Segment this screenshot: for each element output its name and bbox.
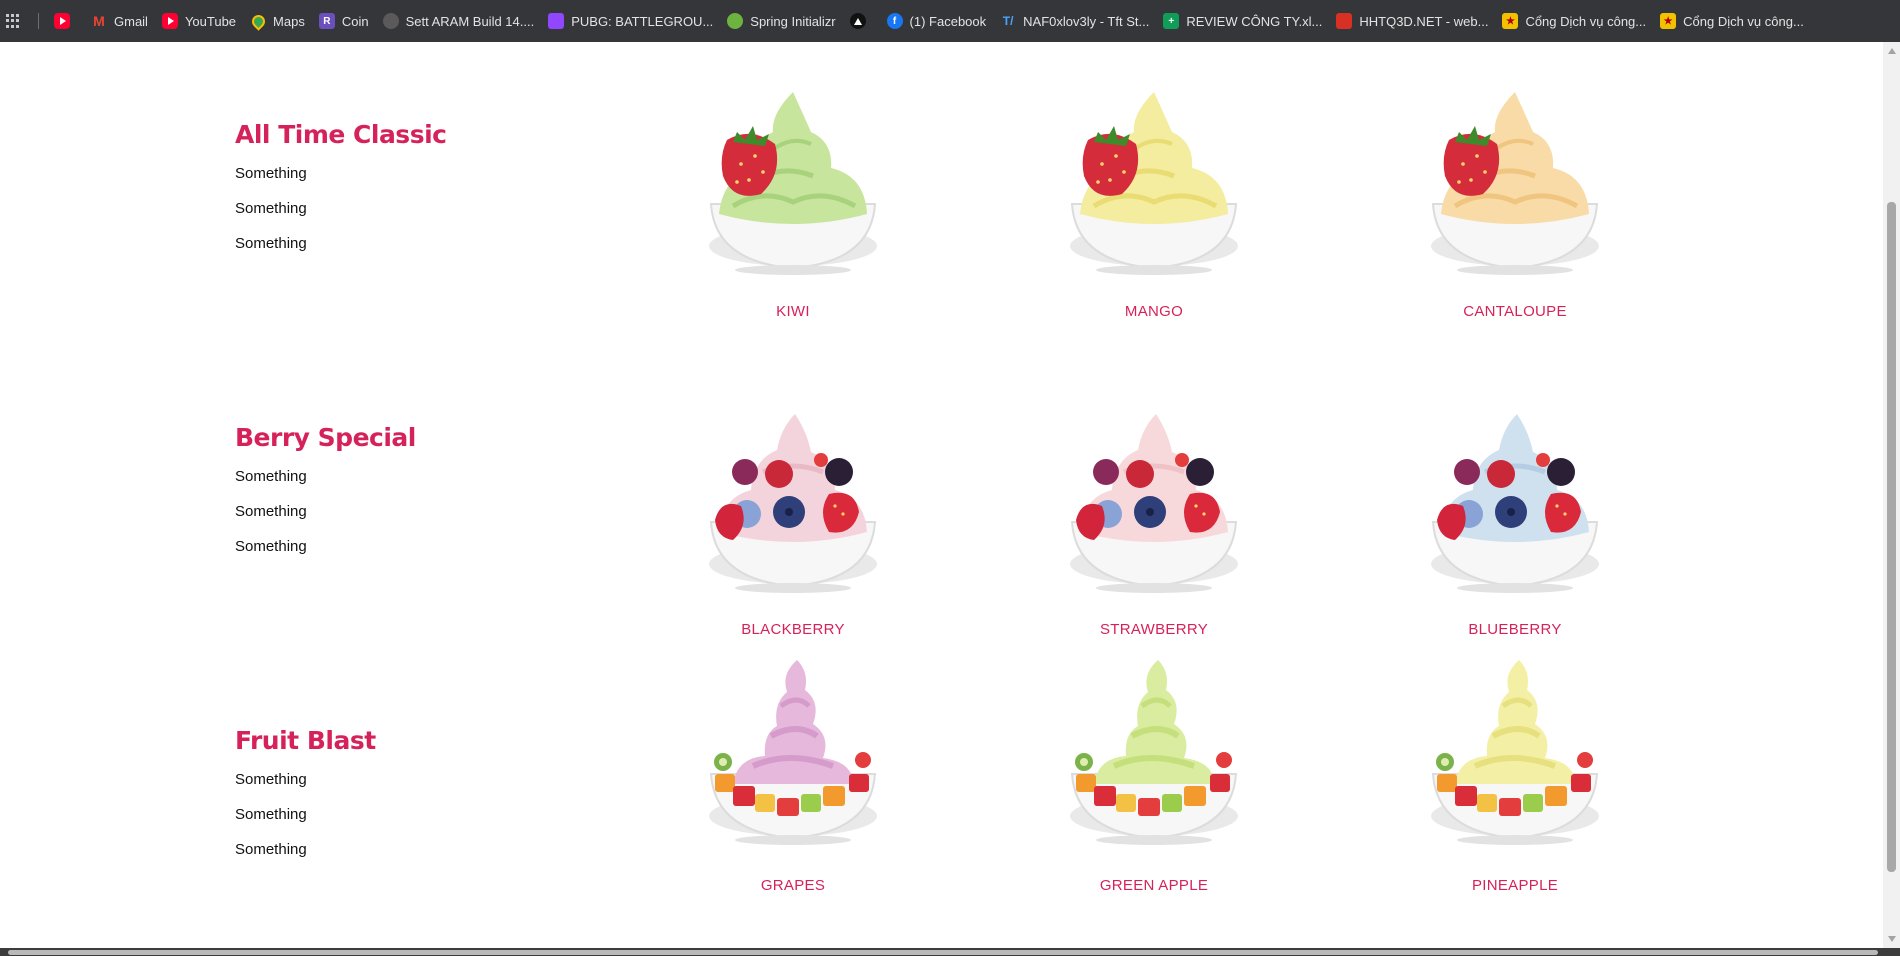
bookmark-label: Maps	[273, 13, 305, 29]
scroll-down-arrow-icon[interactable]	[1888, 936, 1896, 942]
bookmarks-separator	[38, 13, 39, 29]
category-item: Something	[235, 806, 307, 823]
product-name[interactable]: GREEN APPLE	[1054, 876, 1254, 896]
frozen-yogurt-image[interactable]	[1054, 402, 1254, 602]
product-card[interactable]: CANTALOUPE	[1415, 84, 1615, 322]
facebook-icon: f	[886, 13, 903, 29]
product-card[interactable]: BLACKBERRY	[693, 402, 893, 640]
hhtq-icon	[1336, 13, 1353, 29]
tft-icon: T/	[1002, 14, 1014, 28]
bookmark-item[interactable]	[845, 7, 882, 35]
product-name[interactable]: KIWI	[693, 302, 893, 322]
youtube-icon	[54, 13, 70, 29]
bookmark-label: NAF0xlov3ly - Tft St...	[1023, 13, 1150, 29]
category-title: All Time Classic	[235, 120, 447, 149]
bookmark-item[interactable]: M Gmail	[86, 7, 157, 35]
bookmark-label: Coin	[341, 13, 369, 29]
frozen-yogurt-image[interactable]	[1415, 402, 1615, 602]
bookmark-item[interactable]: R Coin	[314, 7, 378, 35]
product-name[interactable]: STRAWBERRY	[1054, 620, 1254, 640]
category-item: Something	[235, 165, 307, 182]
category-all-time-classic: All Time Classic Something Something Som…	[235, 120, 447, 254]
bookmark-label: Cổng Dịch vụ công...	[1683, 13, 1804, 29]
apps-grid-icon[interactable]	[6, 14, 20, 28]
bookmark-label: YouTube	[184, 13, 237, 29]
product-name[interactable]: GRAPES	[693, 876, 893, 896]
bookmark-item[interactable]: YouTube	[157, 7, 245, 35]
twitch-icon	[548, 13, 565, 29]
product-card[interactable]: PINEAPPLE	[1415, 654, 1615, 896]
horizontal-scroll-thumb[interactable]	[8, 950, 1878, 955]
bookmark-item[interactable]: Sett ARAM Build 14....	[378, 7, 544, 35]
product-name[interactable]: MANGO	[1054, 302, 1254, 322]
category-title: Fruit Blast	[235, 726, 376, 755]
bookmark-item[interactable]: ★ Cổng Dịch vụ công...	[1497, 7, 1655, 35]
category-item: Something	[235, 235, 307, 252]
frozen-yogurt-image[interactable]	[1054, 84, 1254, 284]
category-item: Something	[235, 503, 307, 520]
category-item: Something	[235, 841, 307, 858]
bookmark-label: Sett ARAM Build 14....	[405, 13, 535, 29]
product-card[interactable]: STRAWBERRY	[1054, 402, 1254, 640]
category-fruit-blast: Fruit Blast Something Something Somethin…	[235, 726, 376, 860]
category-title: Berry Special	[235, 423, 416, 452]
scroll-thumb[interactable]	[1887, 202, 1896, 872]
product-card[interactable]: KIWI	[693, 84, 893, 322]
category-item: Something	[235, 200, 307, 217]
gov-icon: ★	[1660, 13, 1677, 29]
frozen-yogurt-image[interactable]	[1054, 654, 1254, 854]
vertical-scrollbar[interactable]	[1883, 42, 1900, 948]
category-item: Something	[235, 538, 307, 555]
bookmark-item[interactable]: PUBG: BATTLEGROU...	[543, 7, 722, 35]
bookmark-item[interactable]: Maps	[245, 7, 314, 35]
product-card[interactable]: BLUEBERRY	[1415, 402, 1615, 640]
bookmark-label: (1) Facebook	[909, 13, 987, 29]
bookmark-label: PUBG: BATTLEGROU...	[571, 13, 714, 29]
bookmark-item[interactable]: HHTQ3D.NET - web...	[1331, 7, 1497, 35]
bookmark-item[interactable]: T/NAF0xlov3ly - Tft St...	[995, 7, 1158, 35]
triangle-icon	[849, 13, 866, 29]
bookmark-item[interactable]: ★ Cổng Dịch vụ công...	[1655, 7, 1813, 35]
youtube-icon	[161, 13, 178, 29]
product-name[interactable]: BLUEBERRY	[1415, 620, 1615, 640]
product-card[interactable]: GREEN APPLE	[1054, 654, 1254, 896]
category-item: Something	[235, 468, 307, 485]
gmail-icon: M	[93, 13, 105, 29]
product-card[interactable]: GRAPES	[693, 654, 893, 896]
frozen-yogurt-image[interactable]	[693, 84, 893, 284]
bookmark-item[interactable]: f (1) Facebook	[882, 7, 996, 35]
bookmark-label: REVIEW CÔNG TY.xl...	[1186, 13, 1323, 29]
bookmark-item[interactable]	[49, 7, 86, 35]
bookmark-label: Cổng Dịch vụ công...	[1525, 13, 1647, 29]
frozen-yogurt-image[interactable]	[1415, 84, 1615, 284]
product-name[interactable]: CANTALOUPE	[1415, 302, 1615, 322]
coin-icon: R	[318, 13, 335, 29]
scroll-up-arrow-icon[interactable]	[1888, 48, 1896, 54]
category-berry-special: Berry Special Something Something Someth…	[235, 423, 416, 557]
spring-icon	[727, 13, 744, 29]
gov-icon: ★	[1502, 13, 1519, 29]
bookmark-item[interactable]: + REVIEW CÔNG TY.xl...	[1158, 7, 1331, 35]
frozen-yogurt-image[interactable]	[1415, 654, 1615, 854]
product-name[interactable]: BLACKBERRY	[693, 620, 893, 640]
category-item: Something	[235, 771, 307, 788]
menu-page: All Time Classic Something Something Som…	[0, 42, 1883, 948]
frozen-yogurt-image[interactable]	[693, 654, 893, 854]
product-name[interactable]: PINEAPPLE	[1415, 876, 1615, 896]
bookmark-label: HHTQ3D.NET - web...	[1359, 13, 1489, 29]
bookmarks-bar: M Gmail YouTube Maps R Coin Sett ARAM Build 14…	[0, 0, 1900, 42]
bookmark-label: Gmail	[114, 13, 148, 29]
bookmark-label: Spring Initializr	[750, 13, 836, 29]
product-card[interactable]: MANGO	[1054, 84, 1254, 322]
frozen-yogurt-image[interactable]	[693, 402, 893, 602]
horizontal-scrollbar[interactable]	[0, 948, 1900, 956]
bookmark-item[interactable]: Spring Initializr	[722, 7, 844, 35]
maps-icon	[250, 13, 266, 29]
sett-icon	[382, 13, 399, 29]
bookmark-list: M Gmail YouTube Maps R Coin Sett ARAM Build 14…	[49, 7, 1813, 35]
sheets-icon: +	[1163, 13, 1180, 29]
